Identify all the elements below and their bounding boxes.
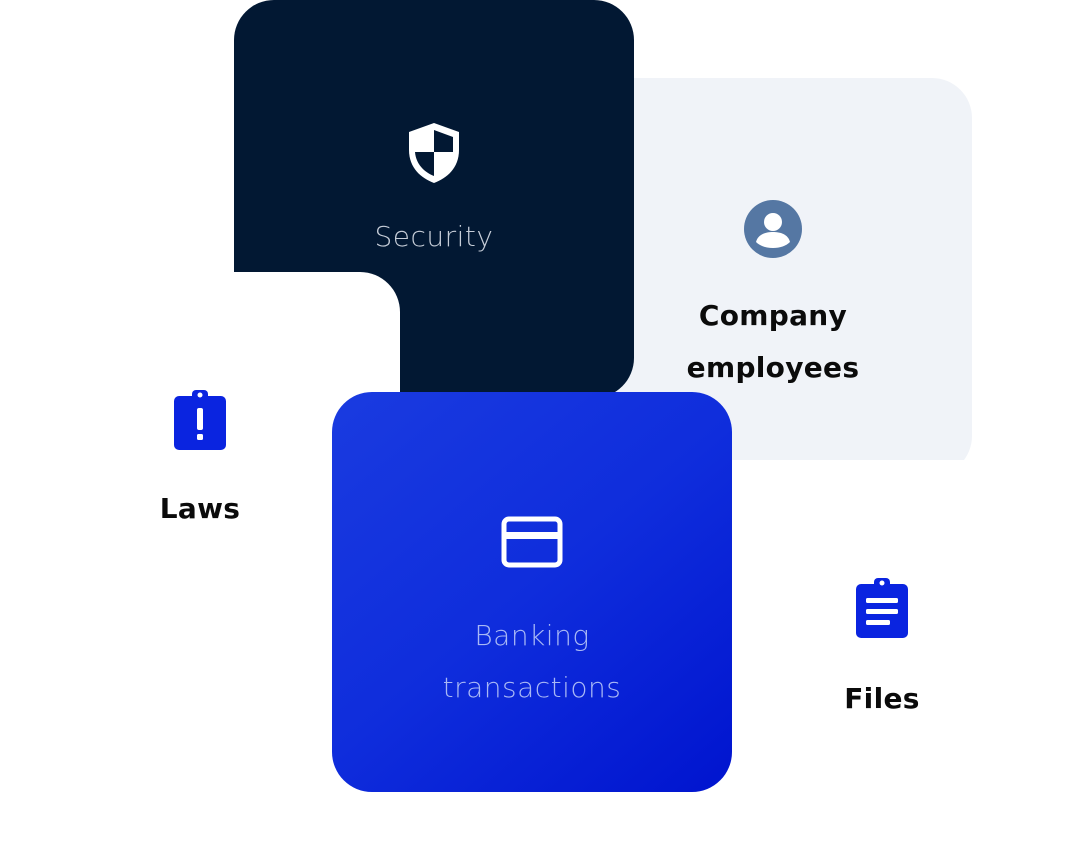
user-circle-icon (744, 200, 802, 258)
clipboard-alert-icon (174, 390, 226, 450)
files-label: Files (844, 682, 920, 715)
security-label: Security (374, 220, 494, 253)
banking-transactions-label: Banking transactions (442, 619, 622, 704)
company-employees-label: Company employees (686, 299, 860, 384)
banking-transactions-card[interactable]: Banking transactions (332, 392, 732, 792)
shield-icon (409, 123, 459, 183)
credit-card-icon (501, 516, 563, 568)
laws-label: Laws (159, 492, 241, 525)
files-card[interactable]: Files (682, 460, 1082, 858)
clipboard-list-icon (856, 578, 908, 638)
